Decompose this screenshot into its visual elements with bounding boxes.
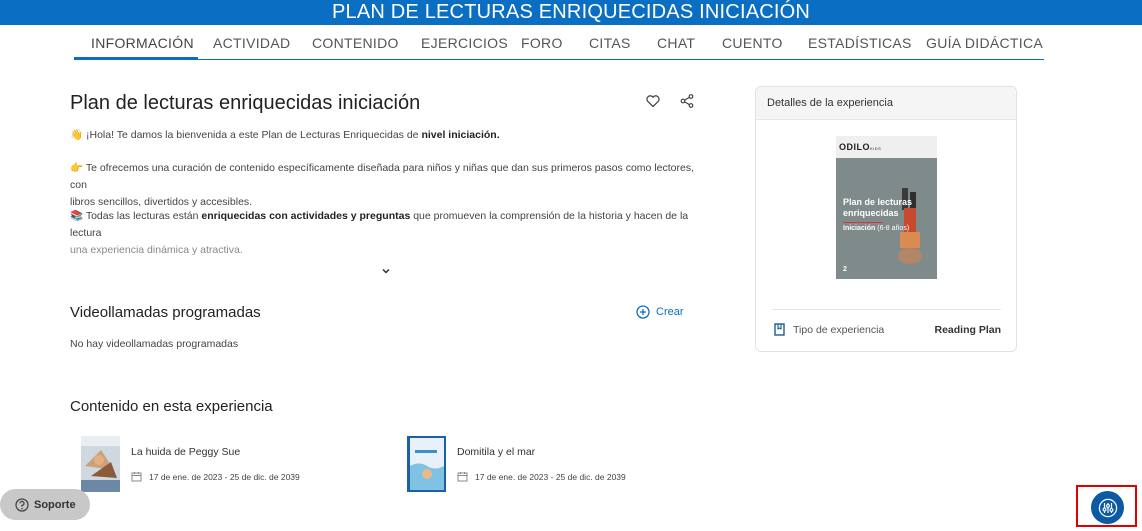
intro-paragraph-2: 👉 Te ofrecemos una curación de contenido… <box>70 162 694 208</box>
wave-hand-emoji: 👋 <box>70 129 84 141</box>
tab-ejercicios[interactable]: EJERCICIOS <box>421 35 508 51</box>
cover-subtitle: Iniciación (6-8 años) <box>843 225 910 232</box>
tab-chat[interactable]: CHAT <box>657 35 695 51</box>
tab-bar: INFORMACIÓN ACTIVIDAD CONTENIDO EJERCICI… <box>74 26 1044 60</box>
content-item[interactable]: La huida de Peggy Sue 17 de ene. de 2023… <box>81 436 300 492</box>
book-cover-thumbnail <box>407 436 446 492</box>
content-item-dates: 17 de ene. de 2023 - 25 de dic. de 2039 <box>457 471 626 482</box>
content-item-title: Domitila y el mar <box>457 446 536 458</box>
tab-guia-didactica[interactable]: GUÍA DIDÁCTICA <box>926 35 1043 51</box>
books-emoji: 📚 <box>70 210 84 222</box>
accessibility-settings-button[interactable] <box>1091 491 1124 524</box>
cover-title: Plan de lecturas enriquecidas <box>843 197 913 218</box>
active-tab-indicator <box>74 57 198 60</box>
create-videocall-button[interactable]: Crear <box>636 305 684 319</box>
calendar-icon <box>131 472 142 482</box>
details-card-header: Detalles de la experiencia <box>756 87 1016 120</box>
page-header-title: PLAN DE LECTURAS ENRIQUECIDAS INICIACIÓN <box>331 1 811 23</box>
chevron-down-icon[interactable] <box>380 264 392 276</box>
pointing-hand-emoji: 👉 <box>70 162 84 174</box>
divider <box>772 309 1001 310</box>
bookmark-icon <box>774 323 785 336</box>
support-button[interactable]: Soporte <box>0 489 90 520</box>
header-bar: PLAN DE LECTURAS ENRIQUECIDAS INICIACIÓN <box>0 0 1142 25</box>
intro-paragraph-3: 📚 Todas las lecturas están enriquecidas … <box>70 210 689 256</box>
experience-type-label: Tipo de experiencia <box>793 323 885 336</box>
tab-contenido[interactable]: CONTENIDO <box>312 35 399 51</box>
calendar-icon <box>457 472 468 482</box>
heart-icon[interactable] <box>645 93 663 111</box>
tab-foro[interactable]: FORO <box>521 35 563 51</box>
experience-type-row: Tipo de experiencia Reading Plan <box>774 323 1001 336</box>
videocalls-title: Videollamadas programadas <box>70 304 261 321</box>
plus-circle-icon <box>636 305 650 319</box>
content-item-title: La huida de Peggy Sue <box>131 446 241 458</box>
intro-paragraph-1: 👋 ¡Hola! Te damos la bienvenida a este P… <box>70 129 500 141</box>
tab-estadisticas[interactable]: ESTADÍSTICAS <box>808 35 912 51</box>
cover-number: 2 <box>843 266 847 273</box>
tab-informacion[interactable]: INFORMACIÓN <box>91 35 194 51</box>
help-icon <box>15 497 29 512</box>
experience-cover-image[interactable]: ODILOKIDS Plan de lecturas enriquecidas … <box>836 136 937 279</box>
book-cover-thumbnail <box>81 436 120 492</box>
odilo-logo: ODILOKIDS <box>839 142 882 152</box>
experience-type-value: Reading Plan <box>934 323 1001 336</box>
videocalls-empty-message: No hay videollamadas programadas <box>70 338 239 350</box>
sliders-icon <box>1098 498 1117 517</box>
content-section-title: Contenido en esta experiencia <box>70 398 273 415</box>
page-title: Plan de lecturas enriquecidas iniciación <box>70 92 421 114</box>
tab-citas[interactable]: CITAS <box>589 35 631 51</box>
share-icon[interactable] <box>679 93 697 111</box>
tab-actividad[interactable]: ACTIVIDAD <box>213 35 290 51</box>
content-item[interactable]: Domitila y el mar 17 de ene. de 2023 - 2… <box>407 436 626 492</box>
content-item-dates: 17 de ene. de 2023 - 25 de dic. de 2039 <box>131 471 300 482</box>
tab-cuento[interactable]: CUENTO <box>722 35 783 51</box>
experience-details-card: Detalles de la experiencia ODILOKIDS Pla… <box>755 86 1017 352</box>
